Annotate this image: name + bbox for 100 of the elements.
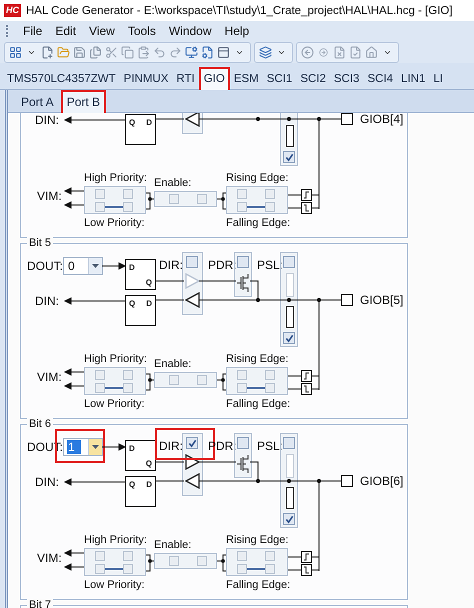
priority-wire (146, 192, 154, 210)
enable-label: Enable: (154, 357, 192, 371)
module-tab[interactable]: SCI4 (363, 68, 398, 90)
rising-edge-label: Rising Edge: (226, 533, 288, 547)
low-priority-label: Low Priority: (84, 578, 145, 592)
close-file-icon[interactable] (332, 44, 347, 60)
priority-wire (146, 554, 154, 572)
dout-label: DOUT: (27, 259, 63, 273)
module-tab[interactable]: TMS570LC4357ZWT (3, 68, 120, 90)
low-priority-label: Low Priority: (84, 397, 145, 411)
dout-arrow (102, 262, 126, 270)
module-tab[interactable]: LI (429, 68, 447, 90)
dropdown-button[interactable] (88, 439, 102, 455)
new-file-icon[interactable] (40, 44, 55, 60)
edge-wire (288, 194, 302, 208)
menu-item[interactable]: Tools (128, 24, 156, 38)
rising-edge-icon (301, 551, 312, 563)
bit-title: Bit 5 (27, 237, 54, 249)
menu-item[interactable]: Edit (55, 24, 76, 38)
module-tab[interactable]: RTI (172, 68, 199, 90)
falling-edge-icon (301, 383, 312, 395)
dout-dropdown[interactable]: 1 (63, 438, 103, 456)
din-label: DIN: (35, 475, 59, 489)
link-line (105, 568, 123, 570)
pin-terminal (341, 475, 353, 487)
checkbox[interactable] (186, 437, 198, 449)
port-tab[interactable]: Port A (16, 91, 59, 113)
falling-edge-label: Falling Edge: (226, 397, 290, 411)
pin-name: GIOB[6] (360, 474, 404, 488)
paste-icon[interactable] (136, 44, 151, 60)
checkbox[interactable] (283, 332, 295, 344)
link-line (105, 387, 123, 389)
pin-label: D (146, 480, 152, 489)
dropdown-button[interactable] (88, 258, 102, 274)
save-all-icon[interactable] (88, 44, 103, 60)
home-icon[interactable] (364, 44, 379, 60)
falling-edge-label: Falling Edge: (226, 216, 290, 230)
transistor-icon (236, 271, 251, 295)
bit-title: Bit 7 (27, 599, 54, 608)
module-tab[interactable]: SCI1 (262, 68, 296, 90)
edge-wire (288, 376, 302, 390)
module-tab[interactable]: PINMUX (120, 68, 172, 90)
caret-icon (92, 264, 99, 268)
dout-dropdown[interactable]: 0 (63, 257, 103, 275)
back-icon[interactable] (300, 44, 315, 60)
window-title: HAL Code Generator - E:\workspace\TI\study\1_Crate_project\HAL\HAL.hcg - [GIO] (26, 4, 453, 16)
pin-label: Q (146, 278, 152, 287)
pin-label: Q (129, 118, 136, 127)
checkbox[interactable] (283, 256, 295, 268)
app-logo: HC (4, 4, 21, 17)
module-tab[interactable]: ESM (230, 68, 263, 90)
psl-label: PSL: (257, 439, 284, 453)
priority-wire (146, 374, 154, 390)
layers-icon[interactable] (258, 44, 273, 60)
input-buffer-icon (185, 473, 200, 489)
vim-arrow (64, 368, 84, 376)
checkbox[interactable] (237, 437, 249, 449)
pin-label: D (146, 299, 152, 308)
file-check-icon[interactable] (348, 44, 363, 60)
menu-item[interactable]: Window (168, 24, 212, 38)
checkbox[interactable] (283, 437, 295, 449)
enable-label: Enable: (154, 176, 192, 190)
module-tab[interactable]: SCI3 (330, 68, 364, 90)
module-tab[interactable]: SCI2 (296, 68, 330, 90)
pin-terminal (341, 294, 353, 306)
falling-edge-icon (301, 202, 312, 214)
menu-item[interactable]: View (89, 24, 115, 38)
edge-wire (288, 556, 302, 570)
psl-label: PSL: (257, 258, 284, 272)
pin-label: Q (129, 480, 136, 489)
port-tab[interactable]: Port B (60, 90, 106, 113)
file-gear-icon[interactable] (200, 44, 215, 60)
enable-wire (216, 192, 226, 210)
pin-label: D (146, 118, 152, 127)
checkbox[interactable] (283, 151, 295, 163)
rising-edge-icon (301, 370, 312, 382)
resistor-icon (286, 487, 294, 509)
copy-icon[interactable] (120, 44, 135, 60)
dir-label: DIR: (159, 258, 183, 272)
din-label: DIN: (35, 113, 59, 127)
module-tab[interactable]: LIN1 (397, 68, 430, 90)
module-tab[interactable]: GIO (198, 67, 230, 90)
falling-edge-label: Falling Edge: (226, 578, 290, 592)
high-priority-label: High Priority: (84, 533, 147, 547)
menu-item[interactable]: Help (224, 24, 250, 38)
caret-icon (92, 445, 99, 449)
vim-label: VIM: (37, 189, 62, 203)
vim-arrow (64, 187, 84, 195)
checkbox[interactable] (237, 256, 249, 268)
resistor-icon (286, 306, 294, 328)
resistor-icon (286, 125, 294, 147)
vim-arrow (64, 563, 84, 571)
link-line (247, 568, 265, 570)
din-arrow (64, 478, 126, 486)
low-priority-label: Low Priority: (84, 216, 145, 230)
checkbox[interactable] (283, 513, 295, 525)
checkbox[interactable] (186, 256, 198, 268)
high-priority-label: High Priority: (84, 171, 147, 185)
enable-wire (216, 374, 226, 390)
menu-item[interactable]: File (23, 24, 42, 38)
